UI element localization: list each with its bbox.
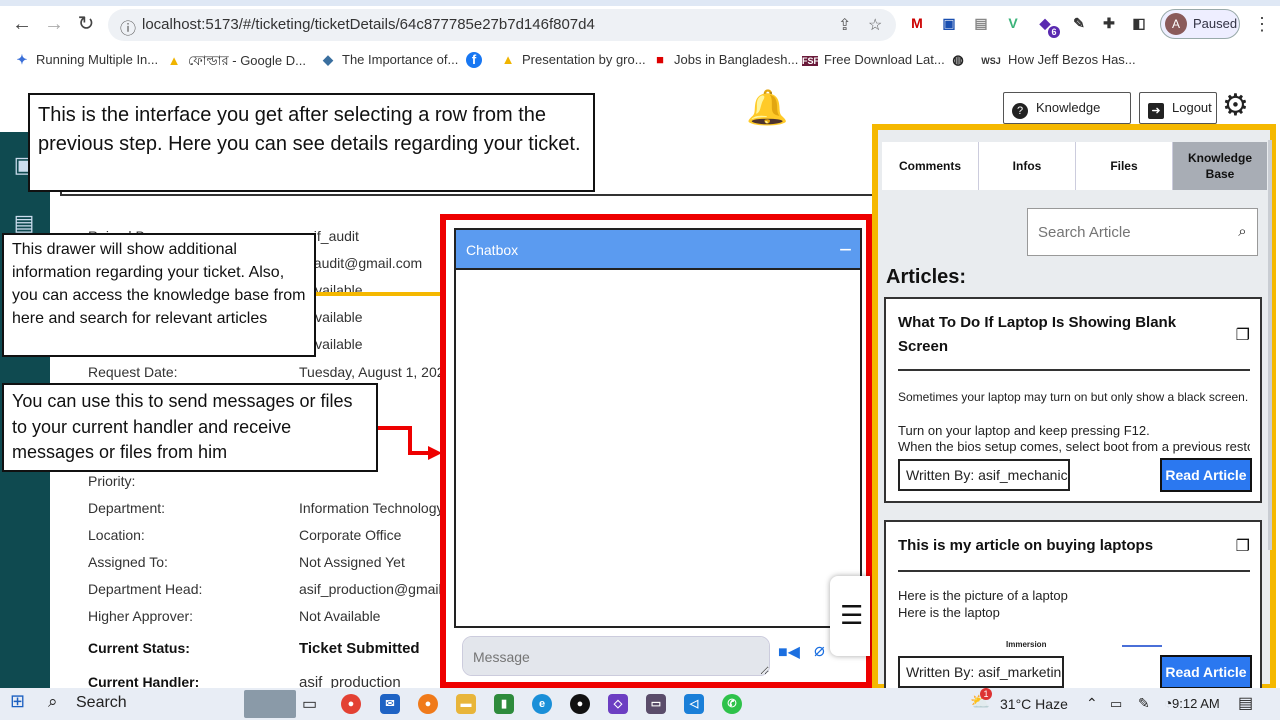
article-body-line: Sometimes your laptop may turn on but on… bbox=[898, 390, 1250, 404]
taskbar-search-icon[interactable]: ⌕ bbox=[48, 692, 58, 712]
chatbox-header: Chatbox − bbox=[456, 230, 860, 270]
minimize-icon[interactable]: − bbox=[839, 230, 852, 270]
tab-files[interactable]: Files bbox=[1076, 142, 1173, 190]
windows-taskbar: ⊞ ⌕ Search ▭ ● ✉ ● ▬ ▮ e ● ◇ ▭ ◁ ✆ ⛅ 1 31… bbox=[0, 688, 1280, 720]
article-body-line: Here is the picture of a laptop bbox=[898, 588, 1068, 603]
notifications-icon[interactable]: ▤ bbox=[1238, 693, 1253, 713]
whatsapp-taskbar-icon[interactable]: ✆ bbox=[722, 694, 742, 714]
chat-connector-line bbox=[378, 426, 428, 455]
visual-studio-taskbar-icon[interactable]: ◇ bbox=[608, 694, 628, 714]
read-article-button[interactable]: Read Article bbox=[1160, 458, 1252, 492]
video-call-icon[interactable]: ■◀ bbox=[778, 642, 800, 662]
article-author: Written By: asif_marketing bbox=[898, 656, 1064, 688]
terminal-taskbar-icon[interactable]: ▭ bbox=[646, 694, 666, 714]
edge-taskbar-icon[interactable]: e bbox=[532, 694, 552, 714]
file-explorer-taskbar-icon[interactable]: ▬ bbox=[456, 694, 476, 714]
tab-knowledge-base[interactable]: Knowledge Base bbox=[1173, 142, 1267, 190]
copy-icon[interactable]: ❐ bbox=[1236, 325, 1250, 345]
article-author: Written By: asif_mechanical bbox=[898, 459, 1070, 491]
article-divider bbox=[898, 369, 1250, 371]
search-article-input[interactable] bbox=[1027, 208, 1229, 256]
chatbox-title: Chatbox bbox=[466, 242, 519, 258]
article-image-caption: Immersion bbox=[1006, 640, 1047, 649]
drawer-scrollbar[interactable] bbox=[1268, 140, 1272, 550]
github-taskbar-icon[interactable]: ● bbox=[570, 694, 590, 714]
article-title: This is my article on buying laptops bbox=[898, 537, 1154, 554]
article-image-fragment bbox=[1122, 645, 1162, 647]
tray-chevron-icon[interactable]: ⌃ bbox=[1086, 695, 1098, 712]
battery-icon[interactable]: ▭ bbox=[1110, 696, 1122, 712]
article-title: What To Do If Laptop Is Showing Blank Sc… bbox=[898, 314, 1177, 355]
hamburger-menu-icon: ☰ bbox=[840, 600, 864, 630]
mail-taskbar-icon[interactable]: ✉ bbox=[380, 694, 400, 714]
attachment-icon[interactable]: ⌀ bbox=[814, 640, 825, 661]
taskbar-mountain-thumbnail[interactable] bbox=[244, 690, 296, 718]
task-view-icon[interactable]: ▭ bbox=[302, 694, 317, 714]
vscode-taskbar-icon[interactable]: ◁ bbox=[684, 694, 704, 714]
read-article-button[interactable]: Read Article bbox=[1160, 655, 1252, 688]
drawer-toggle-button[interactable]: ☰ bbox=[830, 576, 870, 656]
weather-text[interactable]: 31°C Haze bbox=[1000, 696, 1068, 712]
notepad-taskbar-icon[interactable]: ▮ bbox=[494, 694, 514, 714]
article-card: This is my article on buying laptops ❐ H… bbox=[884, 520, 1262, 688]
taskbar-search-label[interactable]: Search bbox=[76, 694, 127, 712]
tab-infos[interactable]: Infos bbox=[979, 142, 1076, 190]
firefox-taskbar-icon[interactable]: ● bbox=[418, 694, 438, 714]
tab-comments[interactable]: Comments bbox=[882, 142, 979, 190]
clock-time[interactable]: 9:12 AM bbox=[1172, 696, 1220, 711]
chatbox-panel: Chatbox − bbox=[454, 228, 862, 628]
article-body-line: When the bios setup comes, select boot f… bbox=[898, 439, 1250, 454]
search-icon[interactable]: ⌕ bbox=[1228, 208, 1258, 256]
article-card: What To Do If Laptop Is Showing Blank Sc… bbox=[884, 297, 1262, 503]
weather-icon[interactable]: ⛅ 1 bbox=[970, 688, 992, 712]
windows-start-icon[interactable]: ⊞ bbox=[10, 691, 25, 712]
chrome-taskbar-icon[interactable]: ● bbox=[341, 694, 361, 714]
article-body-line: Here is the laptop bbox=[898, 605, 1000, 620]
article-divider bbox=[898, 570, 1250, 572]
articles-heading: Articles: bbox=[886, 266, 967, 288]
pen-icon[interactable]: ✎ bbox=[1138, 695, 1150, 712]
copy-icon[interactable]: ❐ bbox=[1236, 536, 1250, 556]
article-body-line: Turn on your laptop and keep pressing F1… bbox=[898, 423, 1150, 438]
weather-badge: 1 bbox=[980, 688, 992, 700]
message-input[interactable] bbox=[462, 636, 770, 676]
